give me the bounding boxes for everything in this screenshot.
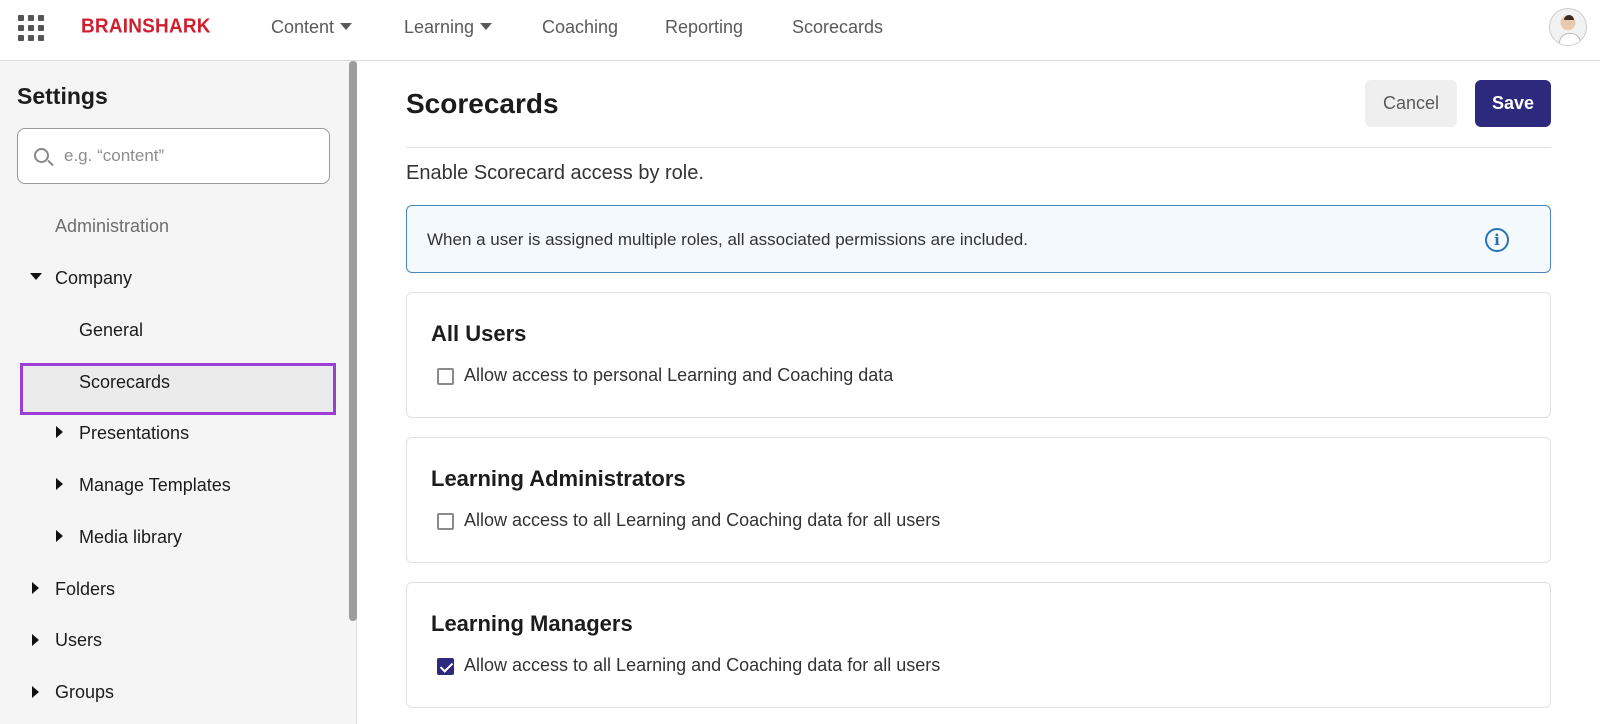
page-subtitle: Enable Scorecard access by role. [406,162,704,184]
page-title: Scorecards [406,88,559,119]
nav-content-label: Content [271,17,335,37]
info-banner-text: When a user is assigned multiple roles, … [427,230,1028,249]
sidebar-item-folders[interactable]: Folders [55,579,115,600]
caret-down-icon [340,23,353,30]
settings-search-input[interactable] [64,139,314,173]
sidebar-item-manage-templates[interactable]: Manage Templates [79,475,231,496]
caret-down-icon[interactable] [30,273,42,280]
role-title: All Users [431,321,527,346]
sidebar-item-groups[interactable]: Groups [55,682,114,703]
save-button[interactable]: Save [1475,80,1551,127]
brand-logo[interactable]: BRAINSHARK [81,15,211,38]
caret-right-icon[interactable] [56,478,63,490]
sidebar-item-presentations[interactable]: Presentations [79,423,189,444]
caret-right-icon[interactable] [32,582,39,594]
permission-label: Allow access to all Learning and Coachin… [464,655,941,675]
top-navigation-bar: BRAINSHARK Content Learning Coaching Rep… [0,0,1600,61]
sidebar-item-media-library[interactable]: Media library [79,527,182,548]
sidebar-item-scorecards-selected[interactable] [20,363,336,415]
caret-right-icon[interactable] [56,426,63,438]
app-launcher-grid-icon[interactable] [18,15,44,41]
role-title: Learning Administrators [431,466,686,491]
role-card-learning-managers: Learning Managers Allow access to all Le… [406,582,1551,708]
nav-content-menu[interactable]: Content [271,17,353,38]
permission-label: Allow access to all Learning and Coachin… [464,510,941,530]
nav-learning-menu[interactable]: Learning [404,17,493,38]
permission-checkbox[interactable] [437,513,454,530]
nav-learning-label: Learning [404,17,475,37]
caret-right-icon[interactable] [32,686,39,698]
info-icon[interactable]: i [1485,228,1509,252]
role-title: Learning Managers [431,611,633,636]
header-divider [406,147,1551,148]
sidebar-item-users[interactable]: Users [55,630,102,651]
permission-checkbox[interactable] [437,658,454,675]
sidebar-item-general[interactable]: General [79,320,143,341]
main-content: Scorecards Cancel Save Enable Scorecard … [357,61,1600,724]
permission-label: Allow access to personal Learning and Co… [464,365,894,385]
sidebar-item-administration[interactable]: Administration [55,216,169,237]
nav-reporting[interactable]: Reporting [665,17,743,38]
caret-right-icon[interactable] [32,634,39,646]
sidebar-title: Settings [17,83,108,109]
permission-checkbox[interactable] [437,368,454,385]
search-icon [34,148,49,163]
role-card-all-users: All Users Allow access to personal Learn… [406,292,1551,418]
nav-coaching[interactable]: Coaching [542,17,618,38]
sidebar-item-company[interactable]: Company [55,268,132,289]
caret-down-icon [480,23,493,30]
sidebar-item-scorecards[interactable]: Scorecards [79,372,170,393]
info-banner: When a user is assigned multiple roles, … [406,205,1551,273]
nav-scorecards[interactable]: Scorecards [792,17,883,38]
user-avatar[interactable] [1549,8,1587,46]
role-card-learning-administrators: Learning Administrators Allow access to … [406,437,1551,563]
sidebar-scrollbar[interactable] [349,61,357,621]
cancel-button[interactable]: Cancel [1365,80,1457,127]
settings-sidebar: Settings Administration Company General … [0,61,357,724]
caret-right-icon[interactable] [56,530,63,542]
settings-search [17,128,330,184]
